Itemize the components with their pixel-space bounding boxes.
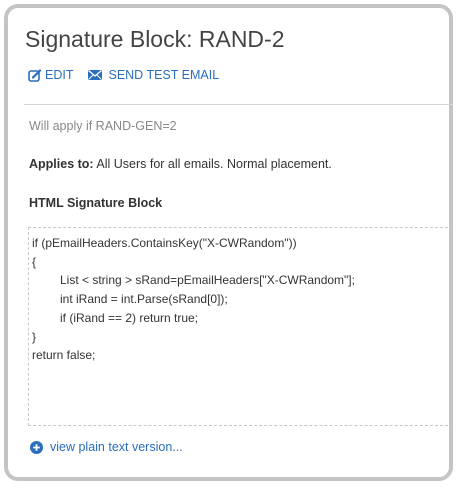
applies-to-row: Applies to: All Users for all emails. No…	[29, 157, 332, 171]
html-signature-code: if (pEmailHeaders.ContainsKey("X-CWRando…	[28, 227, 453, 426]
action-bar: EDIT SEND TEST EMAIL	[28, 68, 219, 82]
code-line: if (pEmailHeaders.ContainsKey("X-CWRando…	[32, 236, 297, 250]
applies-to-label: Applies to:	[29, 157, 94, 171]
divider	[24, 104, 453, 105]
edit-button[interactable]: EDIT	[28, 68, 73, 82]
send-test-email-button[interactable]: SEND TEST EMAIL	[88, 68, 219, 82]
code-line: }	[32, 329, 37, 344]
code-line: int iRand = int.Parse(sRand[0]);	[60, 292, 228, 307]
html-signature-title: HTML Signature Block	[29, 196, 163, 210]
edit-button-label: EDIT	[45, 68, 74, 82]
applies-to-value: All Users for all emails. Normal placeme…	[96, 157, 332, 171]
page-title: Signature Block: RAND-2	[25, 26, 285, 52]
plus-circle-icon	[30, 440, 43, 454]
edit-icon	[28, 68, 42, 82]
view-plain-text-label: view plain text version...	[50, 440, 183, 454]
code-line: if (iRand == 2) return true;	[60, 310, 199, 325]
code-line: {	[32, 254, 37, 269]
view-plain-text-link[interactable]: view plain text version...	[30, 440, 183, 454]
condition-text: Will apply if RAND-GEN=2	[29, 119, 177, 133]
send-test-email-label: SEND TEST EMAIL	[108, 68, 220, 82]
code-line: List < string > sRand=pEmailHeaders["X-C…	[60, 273, 355, 288]
code-line: return false;	[32, 348, 96, 363]
envelope-icon	[88, 70, 103, 80]
